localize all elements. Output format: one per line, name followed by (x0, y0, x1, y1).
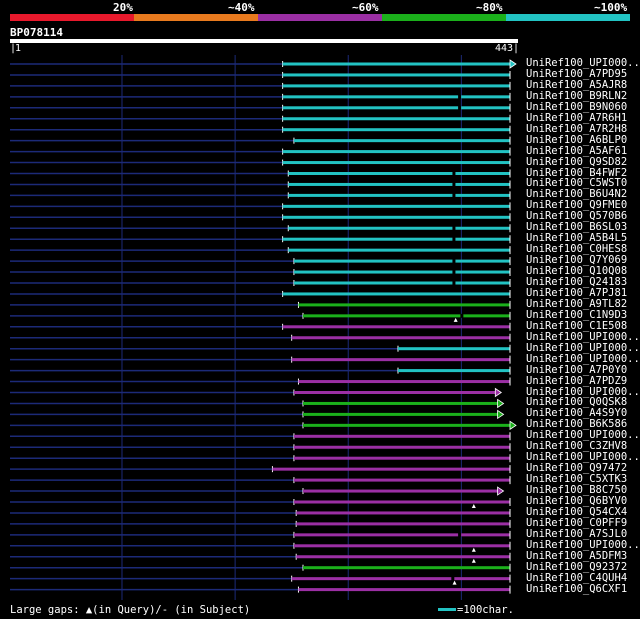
hit-aligned-bar (298, 588, 510, 592)
subject-gap-marker (452, 281, 456, 285)
hit-arrow-head (497, 486, 505, 496)
hit-aligned-bar (282, 62, 510, 66)
hit-aligned-bar (296, 522, 510, 526)
hit-aligned-bar (298, 303, 510, 307)
subject-gap-marker (452, 270, 456, 275)
hit-aligned-bar (293, 139, 510, 143)
subject-gap-marker (458, 532, 462, 537)
hit-aligned-bar (302, 566, 510, 570)
hit-aligned-bar (302, 423, 510, 427)
hit-aligned-bar (282, 95, 510, 99)
hit-aligned-bar (298, 380, 510, 384)
hit-aligned-bar (282, 292, 510, 296)
hit-arrow-head (497, 398, 505, 409)
hit-aligned-bar (282, 161, 510, 165)
hit-arrow-head (509, 420, 517, 431)
hit-arrow-head (509, 59, 517, 69)
query-gap-marker (452, 580, 457, 585)
hit-aligned-bar (288, 193, 510, 197)
hit-aligned-bar (293, 544, 510, 548)
hit-aligned-bar (288, 182, 510, 186)
subject-gap-marker (451, 576, 455, 581)
hit-aligned-bar (293, 434, 510, 438)
hit-aligned-bar (398, 347, 510, 351)
scale-key-label: =100char. (457, 604, 514, 616)
hit-aligned-bar (288, 226, 510, 230)
hit-aligned-bar (398, 369, 510, 373)
hit-aligned-bar (302, 314, 510, 318)
subject-gap-marker (458, 105, 462, 110)
gap-legend: Large gaps: ▲(in Query)/- (in Subject) (10, 604, 251, 616)
query-gap-marker (471, 558, 476, 563)
subject-gap-marker (452, 259, 456, 264)
hit-aligned-bar (296, 555, 510, 559)
hit-aligned-bar (291, 358, 510, 362)
query-gap-marker (453, 317, 458, 322)
subject-gap-marker (452, 193, 456, 198)
hit-label-link[interactable]: UniRef100_Q6CXF1 (526, 583, 627, 595)
hit-arrow-head (494, 387, 503, 398)
hit-aligned-bar (282, 84, 510, 88)
hit-aligned-bar (302, 489, 498, 493)
hit-aligned-bar (293, 281, 510, 285)
subject-gap-marker (452, 226, 456, 231)
subject-gap-marker (460, 313, 464, 318)
hit-aligned-bar (282, 117, 510, 121)
hit-aligned-bar (293, 456, 510, 460)
hit-aligned-bar (296, 511, 510, 515)
hit-aligned-bar (282, 73, 510, 77)
subject-gap-marker (458, 94, 462, 99)
scale-key-bar (438, 608, 456, 611)
subject-gap-marker (452, 171, 456, 176)
hit-arrow-head (497, 409, 505, 420)
hit-aligned-bar (288, 172, 510, 175)
query-gap-marker (471, 547, 476, 552)
hit-aligned-bar (288, 248, 510, 252)
hit-aligned-bar (291, 336, 510, 340)
hit-aligned-bar (293, 445, 510, 449)
hit-aligned-bar (282, 128, 510, 132)
query-gap-marker (471, 504, 476, 508)
hit-aligned-bar (282, 204, 510, 208)
hit-aligned-bar (282, 325, 510, 329)
hit-aligned-bar (302, 412, 498, 416)
hit-aligned-bar (291, 577, 510, 581)
hit-aligned-bar (302, 401, 498, 405)
subject-gap-marker (452, 182, 456, 187)
hit-aligned-bar (282, 150, 510, 154)
subject-gap-marker (452, 237, 456, 242)
hit-aligned-bar (293, 533, 510, 537)
hit-aligned-bar (282, 215, 510, 219)
hit-aligned-bar (293, 478, 510, 482)
hit-aligned-bar (293, 270, 510, 274)
hit-aligned-bar (293, 500, 510, 504)
hit-aligned-bar (282, 237, 510, 241)
hit-aligned-bar (272, 467, 510, 471)
hit-aligned-bar (282, 106, 510, 110)
hit-aligned-bar (293, 259, 510, 263)
hit-aligned-bar (293, 391, 496, 394)
